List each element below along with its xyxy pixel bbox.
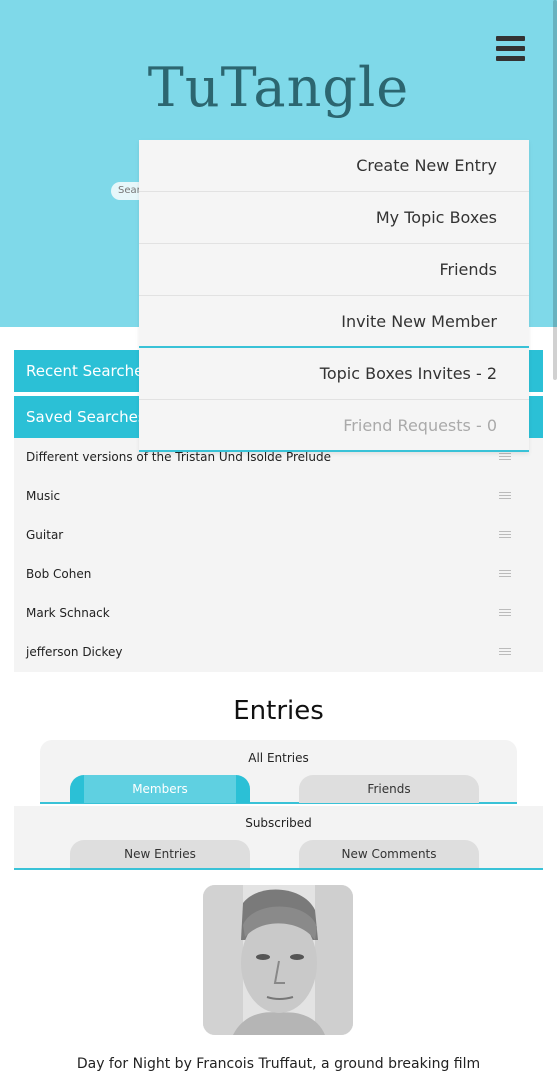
drag-handle-icon[interactable]: [499, 609, 511, 618]
drag-handle-icon[interactable]: [499, 492, 511, 501]
tab-new-entries[interactable]: New Entries: [70, 840, 250, 868]
drag-handle-icon[interactable]: [499, 570, 511, 579]
menu-item-my-topic-boxes[interactable]: My Topic Boxes: [139, 192, 529, 244]
saved-searches-list: Different versions of the Tristan Und Is…: [14, 438, 543, 672]
entry-author-photo[interactable]: [203, 885, 353, 1035]
tab-new-comments[interactable]: New Comments: [299, 840, 479, 868]
subscribed-filter: Subscribed New Entries New Comments: [14, 806, 543, 870]
app-logo[interactable]: TuTangle: [0, 56, 557, 119]
menu-item-topic-box-invites[interactable]: Topic Boxes Invites - 2: [139, 348, 529, 400]
page: TuTangle Sear Create New Entry My Topic …: [0, 0, 557, 1080]
nav-dropdown-menu: Create New Entry My Topic Boxes Friends …: [139, 140, 529, 452]
hamburger-menu-icon[interactable]: [496, 36, 525, 62]
entry-caption[interactable]: Day for Night by Francois Truffaut, a gr…: [0, 1056, 557, 1072]
subscribed-label[interactable]: Subscribed: [14, 816, 543, 830]
entries-filter: All Entries Members Friends: [40, 740, 517, 804]
list-item[interactable]: Guitar: [14, 516, 543, 555]
entries-heading: Entries: [233, 696, 324, 726]
menu-item-invite-member[interactable]: Invite New Member: [139, 296, 529, 348]
menu-item-create-entry[interactable]: Create New Entry: [139, 140, 529, 192]
recent-searches-label: Recent Searches: [26, 362, 152, 380]
drag-handle-icon[interactable]: [499, 648, 511, 657]
menu-item-friends[interactable]: Friends: [139, 244, 529, 296]
tab-members[interactable]: Members: [70, 775, 250, 803]
list-item[interactable]: Mark Schnack: [14, 594, 543, 633]
list-item[interactable]: Bob Cohen: [14, 555, 543, 594]
saved-searches-label: Saved Searches: [26, 408, 146, 426]
scrollbar[interactable]: [553, 0, 557, 1080]
drag-handle-icon[interactable]: [499, 453, 511, 462]
menu-item-friend-requests[interactable]: Friend Requests - 0: [139, 400, 529, 452]
all-entries-label[interactable]: All Entries: [40, 751, 517, 765]
drag-handle-icon[interactable]: [499, 531, 511, 540]
tab-friends[interactable]: Friends: [299, 775, 479, 803]
list-item[interactable]: jefferson Dickey: [14, 633, 543, 672]
list-item[interactable]: Music: [14, 477, 543, 516]
